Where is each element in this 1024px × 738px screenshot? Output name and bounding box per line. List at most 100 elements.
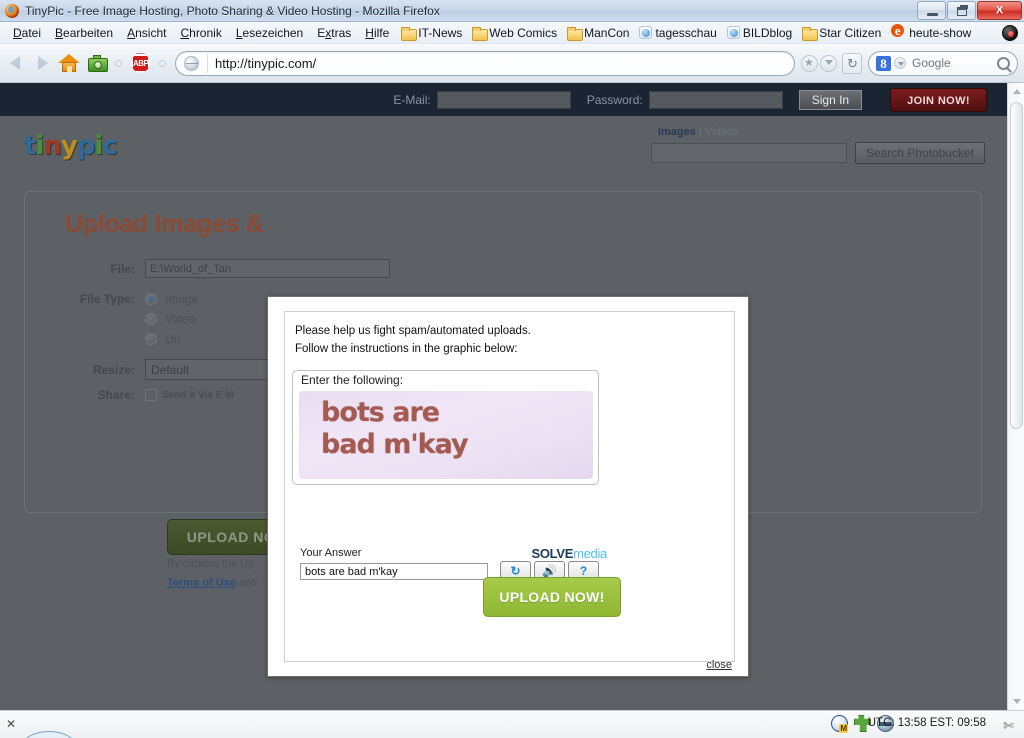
e-favicon-icon [891, 24, 906, 39]
captcha-instructions-line2: Follow the instructions in the graphic b… [295, 343, 518, 355]
file-type-row-url: Url [145, 332, 180, 346]
share-email-checkbox[interactable] [145, 389, 157, 401]
find-field-oval[interactable] [22, 731, 76, 738]
search-bar[interactable]: 8 Google [868, 50, 1018, 76]
search-photobucket-button[interactable]: Search Photobucket [854, 142, 985, 164]
minimize-button[interactable] [917, 1, 946, 20]
captcha-image: bots are bad m'kay [299, 391, 593, 479]
folder-icon [567, 26, 584, 41]
menu-item-hilfe[interactable]: Hilfe [358, 24, 396, 42]
forward-arrow-icon[interactable] [30, 52, 52, 74]
tinypic-logo[interactable]: tinypic [24, 131, 118, 161]
bookmark-mancon[interactable]: ManCon [562, 25, 634, 41]
title-bar: TinyPic - Free Image Hosting, Photo Shar… [0, 0, 1024, 22]
adblock-plus-icon[interactable]: ABP [131, 53, 150, 73]
page-scrollbar[interactable] [1007, 83, 1024, 710]
logo-letter: t [24, 131, 36, 161]
answer-label: Your Answer [300, 547, 362, 559]
logo-letter: n [43, 131, 61, 161]
scroll-down-arrow-icon[interactable] [1008, 693, 1024, 710]
reload-icon[interactable] [842, 52, 862, 74]
email-label: E-Mail: [393, 92, 431, 107]
x-icon[interactable]: ✕ [6, 717, 16, 731]
folder-icon [472, 26, 489, 41]
legal-text-line1: By clicking the Up [167, 558, 255, 570]
resize-label: Resize: [92, 362, 135, 377]
bookmark-tagesschau[interactable]: tagesschau [634, 25, 721, 41]
menu-item-datei[interactable]: Datei [6, 24, 48, 42]
media-word: media [573, 545, 607, 561]
bookmark-label: BILDblog [742, 25, 793, 40]
bookmark-star-citizen[interactable]: Star Citizen [797, 25, 886, 41]
bookmark-heute-show[interactable]: heute-show [886, 24, 976, 41]
url-bar[interactable]: http://tinypic.com/ [175, 50, 795, 76]
join-now-button[interactable]: JOIN NOW! [890, 87, 987, 112]
globe-favicon-icon [726, 26, 740, 39]
upload-now-button-modal[interactable]: UPLOAD NOW! [483, 577, 621, 617]
logo-letter: y [60, 131, 78, 161]
clock-status: UTC: 13:58 EST: 09:58 [867, 717, 986, 729]
logo-letter: i [94, 131, 103, 161]
search-engine-chevron-icon[interactable] [894, 57, 906, 69]
email-field[interactable] [436, 90, 571, 109]
restore-button[interactable] [947, 1, 976, 20]
menu-item-chronik[interactable]: Chronik [173, 24, 228, 42]
google-favicon-icon: 8 [876, 55, 891, 71]
firefox-logo-icon [5, 4, 19, 18]
file-type-row-image: File Type: Image [25, 292, 198, 306]
radio-image-label: Image [165, 292, 199, 306]
site-nav: tinypic Images | Videos Search Photobuck… [0, 116, 1007, 178]
scissors-icon[interactable]: ✄ [1003, 718, 1014, 734]
terms-of-use-link[interactable]: Terms of Use [167, 577, 236, 589]
logo-letter: p [76, 131, 96, 161]
captcha-text-line1: bots are [321, 397, 440, 428]
bookmark-bildblog[interactable]: BILDblog [722, 25, 797, 41]
close-modal-link[interactable]: close [706, 659, 732, 671]
captcha-answer-input[interactable]: bots are bad m'kay [300, 563, 488, 580]
search-icon[interactable] [997, 56, 1010, 70]
chevron-down-icon[interactable] [820, 54, 837, 72]
back-arrow-icon[interactable] [6, 52, 28, 74]
menu-item-extras[interactable]: Extras [310, 24, 358, 42]
url-text: http://tinypic.com/ [215, 55, 317, 71]
file-input[interactable]: E:\World_of_Tan [145, 259, 390, 278]
record-button-icon[interactable] [1002, 25, 1018, 41]
scrollbar-thumb[interactable] [1010, 102, 1023, 429]
menu-item-lesezeichen[interactable]: Lesezeichen [229, 24, 310, 42]
captcha-modal: Please help us fight spam/automated uplo… [267, 296, 749, 677]
file-row: File: E:\World_of_Tan [25, 259, 390, 278]
radio-video[interactable] [145, 313, 157, 325]
file-label: File: [110, 261, 135, 276]
bookmark-it-news[interactable]: IT-News [396, 25, 467, 41]
globe-favicon-icon [639, 26, 653, 39]
radio-video-label: Video [165, 312, 196, 326]
scroll-up-arrow-icon[interactable] [1008, 83, 1024, 100]
home-icon[interactable] [58, 53, 80, 73]
page-viewport: E-Mail: Password: Sign In JOIN NOW! tiny… [0, 83, 1007, 710]
sign-in-button[interactable]: Sign In [798, 89, 863, 110]
captcha-instructions: Please help us fight spam/automated uplo… [295, 322, 531, 358]
search-input[interactable]: Google [912, 56, 997, 70]
site-search-group: Images | Videos Search Photobucket [650, 126, 985, 164]
bookmark-star-icon[interactable]: ★ [801, 54, 818, 72]
menu-item-bearbeiten[interactable]: Bearbeiten [48, 24, 120, 42]
folder-icon [401, 26, 418, 41]
radio-image[interactable] [145, 293, 157, 305]
tab-separator: | [698, 126, 702, 138]
close-button[interactable]: X [977, 1, 1022, 20]
cm-icon[interactable] [831, 715, 848, 733]
tab-videos[interactable]: Videos [705, 126, 738, 138]
tab-images[interactable]: Images [658, 126, 696, 138]
page-title: Upload Images & [65, 210, 264, 238]
media-type-tabs: Images | Videos [658, 126, 985, 138]
captcha-widget: Enter the following: bots are bad m'kay … [292, 370, 607, 580]
photobucket-search-input[interactable] [650, 143, 847, 163]
captcha-modal-body: Please help us fight spam/automated uplo… [284, 311, 735, 662]
menu-item-ansicht[interactable]: Ansicht [120, 24, 173, 42]
bookmark-label: Star Citizen [819, 25, 882, 40]
file-type-row-video: Video [145, 312, 195, 326]
camera-icon[interactable] [88, 54, 108, 72]
radio-url[interactable] [145, 333, 157, 345]
password-field[interactable] [648, 90, 783, 109]
bookmark-web-comics[interactable]: Web Comics [467, 25, 562, 41]
